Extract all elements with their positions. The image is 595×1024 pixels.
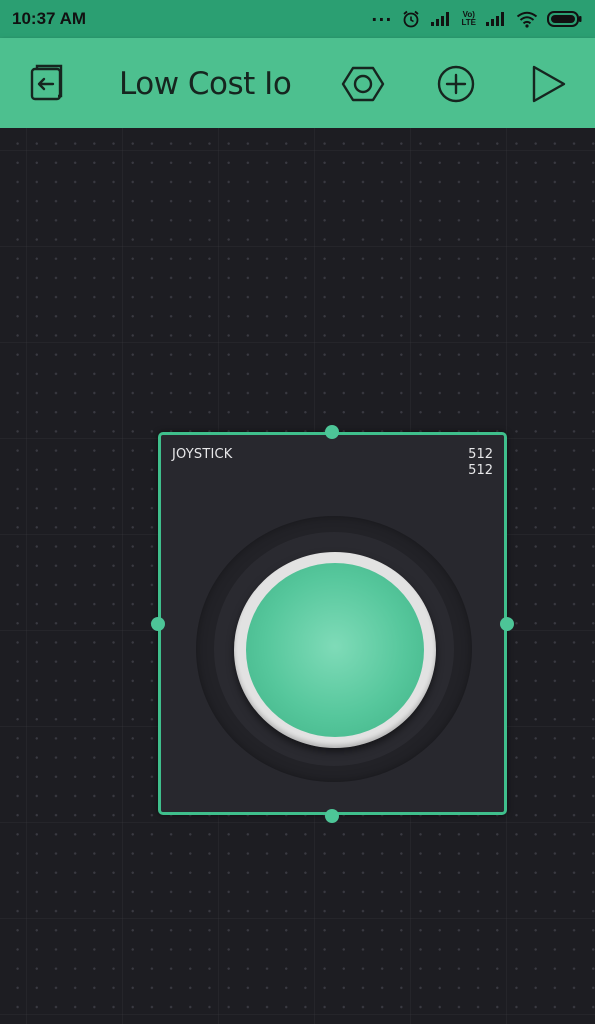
joystick-knob-face bbox=[246, 563, 424, 737]
joystick-y-value: 512 bbox=[468, 463, 493, 478]
app-screen: 10:37 AM ... Vo) LTE Low Cost Io JOYSTIC… bbox=[0, 0, 595, 1024]
play-icon bbox=[532, 65, 566, 103]
resize-handle-top[interactable] bbox=[325, 425, 339, 439]
project-settings-button[interactable] bbox=[335, 56, 391, 112]
signal-icon bbox=[430, 11, 452, 27]
play-button[interactable] bbox=[520, 56, 576, 112]
widget-title: JOYSTICK bbox=[172, 447, 233, 462]
alarm-icon bbox=[401, 9, 421, 29]
project-title[interactable]: Low Cost Io bbox=[119, 62, 305, 106]
exit-project-button[interactable] bbox=[18, 56, 74, 112]
hexagon-nut-icon bbox=[341, 66, 385, 102]
signal-icon-2 bbox=[485, 11, 507, 27]
joystick-widget[interactable]: JOYSTICK 512 512 bbox=[158, 432, 507, 815]
exit-project-icon bbox=[30, 64, 63, 101]
battery-icon bbox=[547, 10, 583, 28]
joystick-values: 512 512 bbox=[468, 447, 493, 479]
joystick-knob[interactable] bbox=[234, 552, 436, 748]
wifi-icon bbox=[516, 11, 538, 28]
status-bar: 10:37 AM ... Vo) LTE bbox=[0, 0, 595, 38]
toolbar: Low Cost Io bbox=[0, 38, 595, 128]
resize-handle-right[interactable] bbox=[500, 617, 514, 631]
joystick-x-value: 512 bbox=[468, 447, 493, 462]
joystick-base bbox=[196, 516, 472, 782]
resize-handle-left[interactable] bbox=[151, 617, 165, 631]
add-widget-button[interactable] bbox=[428, 56, 484, 112]
more-notifications-icon: ... bbox=[371, 6, 393, 25]
status-time: 10:37 AM bbox=[12, 9, 87, 28]
add-circle-icon bbox=[437, 65, 475, 103]
volte-icon: Vo) LTE bbox=[461, 10, 476, 27]
status-icons: ... Vo) LTE bbox=[371, 6, 583, 29]
resize-handle-bottom[interactable] bbox=[325, 809, 339, 823]
